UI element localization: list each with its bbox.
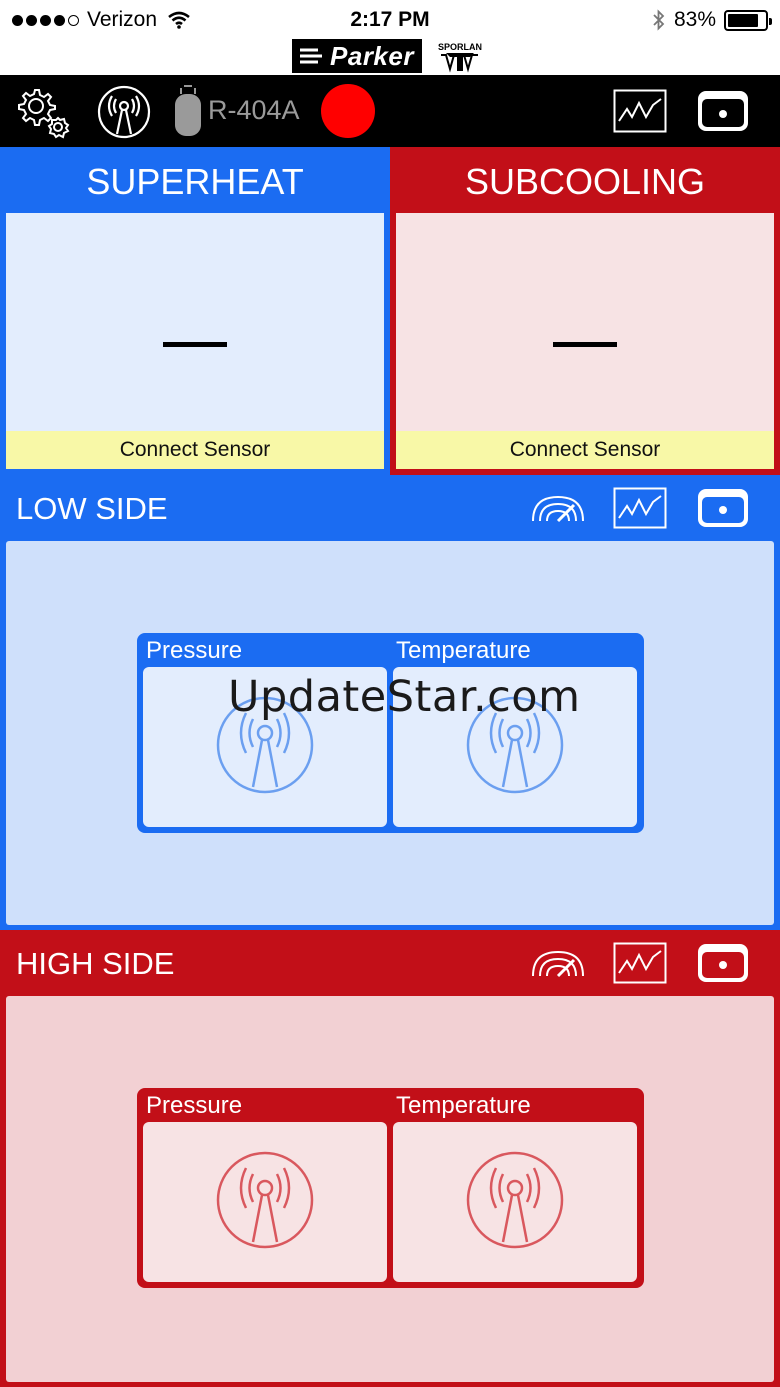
- bluetooth-icon: [653, 9, 665, 31]
- subcooling-value-placeholder: [553, 342, 617, 347]
- sensor-icon: [466, 1151, 564, 1249]
- sporlan-logo: SPORLAN: [438, 42, 482, 73]
- device-icon[interactable]: [696, 487, 750, 529]
- status-bar: Verizon 2:17 PM 83%: [0, 0, 780, 40]
- gauge-icon[interactable]: [530, 493, 586, 523]
- settings-icon[interactable]: [14, 84, 70, 140]
- low-temperature-label: Temperature: [396, 637, 531, 664]
- parker-logo: Parker: [292, 39, 422, 73]
- high-side-title: HIGH SIDE: [16, 946, 175, 981]
- high-pressure-label: Pressure: [146, 1092, 243, 1119]
- sensor-icon[interactable]: [96, 84, 152, 140]
- status-left: Verizon: [12, 8, 191, 32]
- record-indicator[interactable]: [321, 84, 375, 138]
- low-side-title: LOW SIDE: [16, 491, 168, 526]
- high-temperature-sensor-slot[interactable]: [393, 1122, 637, 1282]
- battery-icon: [724, 9, 772, 31]
- refrigerant-tank-icon: [175, 85, 201, 136]
- high-pressure-sensor-slot[interactable]: [143, 1122, 387, 1282]
- graph-icon[interactable]: [613, 942, 667, 984]
- subcooling-panel[interactable]: SUBCOOLING Connect Sensor: [390, 147, 780, 475]
- superheat-value-placeholder: [163, 342, 227, 347]
- graph-icon[interactable]: [613, 89, 667, 133]
- device-icon[interactable]: [696, 942, 750, 984]
- high-side-section: HIGH SIDE Pressure Temperature: [0, 930, 780, 1387]
- high-side-body: Pressure Temperature: [6, 996, 774, 1382]
- subcooling-reading[interactable]: Connect Sensor: [396, 213, 774, 469]
- watermark: UpdateStar.com: [228, 672, 581, 722]
- toolbar: R-404A: [0, 75, 780, 147]
- graph-icon[interactable]: [613, 487, 667, 529]
- carrier-name: Verizon: [87, 8, 158, 31]
- refrigerant-type[interactable]: R-404A: [208, 95, 300, 126]
- low-pressure-label: Pressure: [146, 637, 243, 664]
- svg-text:SPORLAN: SPORLAN: [438, 42, 482, 52]
- superheat-title: SUPERHEAT: [86, 161, 304, 202]
- signal-strength-icon: [12, 14, 79, 26]
- battery-percent: 83%: [673, 8, 716, 31]
- superheat-reading[interactable]: Connect Sensor: [6, 213, 384, 469]
- superheat-panel[interactable]: SUPERHEAT Connect Sensor: [0, 147, 390, 475]
- low-side-sensor-group: Pressure Temperature: [137, 633, 644, 833]
- subcooling-connect-sensor[interactable]: Connect Sensor: [396, 431, 774, 469]
- brand-header: Parker SPORLAN: [0, 38, 780, 74]
- high-side-sensor-group: Pressure Temperature: [137, 1088, 644, 1288]
- low-side-body: Pressure Temperature: [6, 541, 774, 925]
- superheat-connect-sensor[interactable]: Connect Sensor: [6, 431, 384, 469]
- subcooling-title: SUBCOOLING: [464, 161, 706, 202]
- status-right: 83%: [652, 8, 772, 32]
- sensor-icon: [216, 1151, 314, 1249]
- device-icon[interactable]: [696, 89, 750, 133]
- wifi-icon: [168, 11, 190, 29]
- high-temperature-label: Temperature: [396, 1092, 531, 1119]
- gauge-icon[interactable]: [530, 948, 586, 978]
